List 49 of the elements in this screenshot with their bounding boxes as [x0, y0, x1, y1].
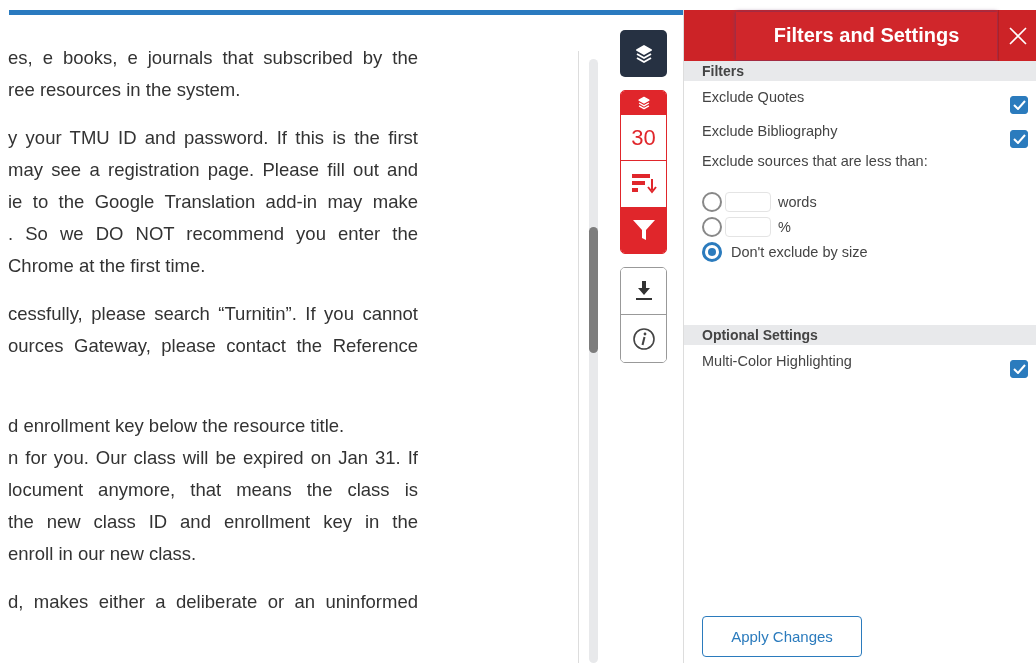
- document-text-line: the new class ID and enrollment key in the: [8, 510, 418, 534]
- document-text-line: es, e books, e journals that subscribed by the: [8, 46, 418, 70]
- option-label: Multi-Color Highlighting: [702, 353, 852, 369]
- radio-button[interactable]: [702, 191, 722, 212]
- sort-icon: [630, 173, 657, 195]
- document-text-line: may see a registration page. Please fill out and: [8, 158, 418, 182]
- check-icon: [1012, 100, 1026, 110]
- scrollbar-thumb[interactable]: [589, 227, 598, 353]
- document-text-line: Chrome at the first time.: [8, 254, 207, 278]
- filter-icon: [632, 220, 655, 240]
- info-icon: [632, 327, 655, 350]
- radio-button[interactable]: [702, 216, 722, 237]
- radio-button[interactable]: [702, 241, 722, 262]
- document-text-line: d enrollment key below the resource title.: [8, 414, 346, 438]
- section-title: Optional Settings: [684, 325, 1036, 345]
- option-label: Exclude Quotes: [702, 89, 805, 105]
- option-label: words: [778, 193, 817, 210]
- scrollbar-track[interactable]: [589, 59, 598, 663]
- input-field[interactable]: [725, 191, 771, 212]
- option-label: Exclude Bibliography: [702, 123, 838, 139]
- document-text-line: locument anymore, that means the class is: [8, 478, 418, 502]
- download-button[interactable]: [621, 268, 666, 315]
- checkbox[interactable]: [1010, 130, 1028, 148]
- document-text-line: . So we DO NOT recommend you enter the: [8, 222, 418, 246]
- document-text-line: d, makes either a deliberate or an uninformed: [8, 590, 418, 614]
- download-icon: [635, 281, 652, 301]
- document-text-line: ources Gateway, please contact the Reference: [8, 334, 418, 358]
- checkbox[interactable]: [1010, 96, 1028, 114]
- layers-icon: [636, 96, 651, 110]
- close-icon: [1008, 26, 1027, 45]
- layers-icon: [633, 43, 654, 64]
- apply-changes-button[interactable]: Apply Changes: [702, 616, 862, 657]
- panel-title: Filters and Settings: [736, 11, 997, 60]
- option-description: Exclude sources that are less than:: [702, 153, 929, 169]
- section-title: Filters: [684, 61, 1036, 81]
- document-text-line: y your TMU ID and password. If this is the first: [8, 126, 418, 150]
- input-field[interactable]: [725, 216, 771, 237]
- check-icon: [1012, 134, 1026, 144]
- document-text-line: cessfully, please search “Turnitin”. If you cannot: [8, 302, 418, 326]
- document-text-line: ie to the Google Translation add-in may make: [8, 190, 418, 214]
- document-text-line: enroll in our new class.: [8, 542, 198, 566]
- layers-button[interactable]: [620, 30, 667, 77]
- option-label: %: [778, 218, 791, 235]
- filter-button[interactable]: [621, 207, 666, 253]
- checkbox[interactable]: [1010, 360, 1028, 378]
- option-label: Don't exclude by size: [731, 243, 868, 260]
- document-text-line: n for you. Our class will be expired on Jan 31. If: [8, 446, 418, 470]
- check-icon: [1012, 364, 1026, 374]
- document-text-line: ree resources in the system.: [8, 78, 242, 102]
